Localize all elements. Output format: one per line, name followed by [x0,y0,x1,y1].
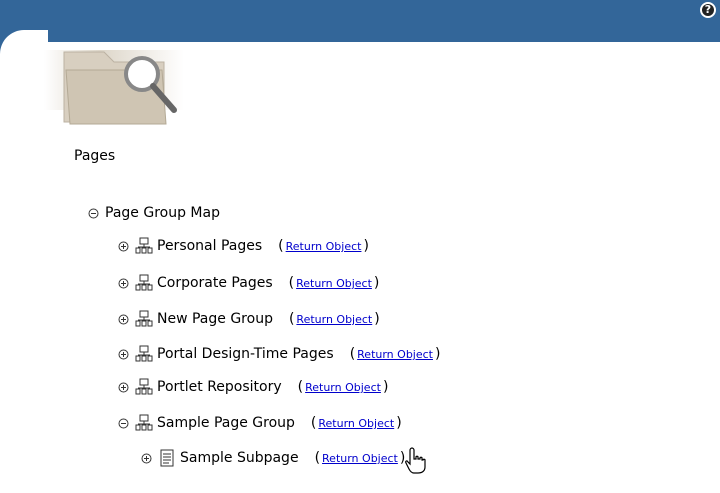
tree-item: Corporate Pages (Return Object) [118,273,379,293]
return-link-wrapper: (Return Object) [288,311,380,327]
tree-root-label: Page Group Map [105,205,220,221]
return-link-wrapper: (Return Object) [314,450,406,466]
return-object-link[interactable]: Return Object [296,277,372,290]
tree-item: Personal Pages (Return Object) [118,236,369,256]
page-title: Pages [74,148,116,164]
expand-icon[interactable] [118,278,129,289]
return-link-wrapper: (Return Object) [349,346,441,362]
tree-item-label: New Page Group [157,311,273,327]
page-group-icon [135,274,153,291]
return-object-link[interactable]: Return Object [286,240,362,253]
tree-item: Sample Page Group (Return Object) [118,413,402,433]
tree-item: Portal Design-Time Pages (Return Object) [118,344,440,364]
return-object-link[interactable]: Return Object [305,381,381,394]
page-group-icon [135,345,153,362]
tree-item: Portlet Repository (Return Object) [118,377,388,397]
page-icon [160,449,174,467]
tree-item: New Page Group (Return Object) [118,309,380,329]
expand-icon[interactable] [118,349,129,360]
expand-icon[interactable] [118,382,129,393]
folder-magnifier-graphic [44,50,184,125]
page-group-icon [135,414,153,431]
expand-icon[interactable] [118,314,129,325]
return-link-wrapper: (Return Object) [310,415,402,431]
tree-subitem: Sample Subpage (Return Object) [141,448,405,468]
return-object-link[interactable]: Return Object [296,313,372,326]
expand-icon[interactable] [141,453,152,464]
help-button[interactable]: ? [700,2,716,18]
expand-icon[interactable] [118,241,129,252]
return-object-link[interactable]: Return Object [322,452,398,465]
page-group-icon [135,378,153,395]
tree-item-label: Portlet Repository [157,379,282,395]
tree-item-label: Corporate Pages [157,275,273,291]
tree-item-label: Portal Design-Time Pages [157,346,334,362]
collapse-icon[interactable] [88,208,99,219]
page-group-icon [135,237,153,254]
help-icon: ? [702,4,714,16]
return-link-wrapper: (Return Object) [288,275,380,291]
hand-cursor-icon [405,447,426,474]
page-group-icon [135,310,153,327]
tree-subitem-label: Sample Subpage [180,450,299,466]
return-object-link[interactable]: Return Object [357,348,433,361]
tree-item-label: Personal Pages [157,238,263,254]
tree-item-label: Sample Page Group [157,415,295,431]
collapse-icon[interactable] [118,418,129,429]
return-link-wrapper: (Return Object) [278,238,369,254]
tree-root: Page Group Map [88,203,220,223]
return-object-link[interactable]: Return Object [318,417,394,430]
return-link-wrapper: (Return Object) [297,379,389,395]
